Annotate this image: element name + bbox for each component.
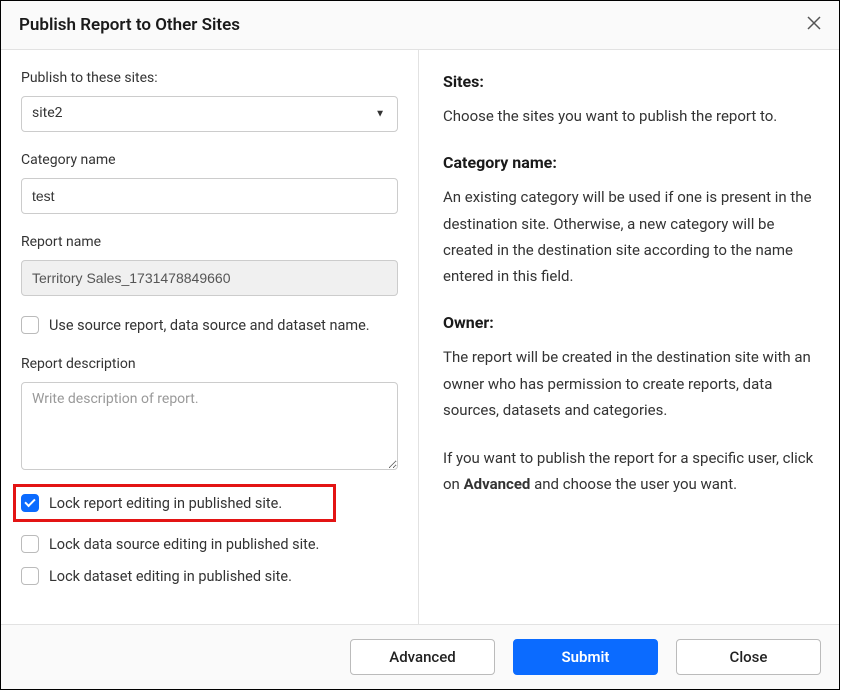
report-name-input[interactable] [21, 260, 398, 296]
highlight-box: Lock report editing in published site. [13, 484, 336, 522]
lock-report-label: Lock report editing in published site. [49, 495, 282, 512]
lock-dataset-label: Lock dataset editing in published site. [49, 568, 292, 585]
dialog-header: Publish Report to Other Sites [1, 1, 839, 50]
advanced-button[interactable]: Advanced [350, 639, 495, 675]
dialog-footer: Advanced Submit Close [1, 624, 839, 689]
chevron-down-icon: ▼ [375, 109, 385, 120]
description-label: Report description [21, 356, 398, 372]
description-textarea[interactable] [21, 382, 398, 470]
info-owner-text: The report will be created in the destin… [443, 344, 817, 423]
lock-dataset-checkbox-row: Lock dataset editing in published site. [21, 567, 398, 585]
info-sites-text: Choose the sites you want to publish the… [443, 103, 817, 129]
lock-dataset-checkbox[interactable] [21, 567, 39, 585]
close-button[interactable]: Close [676, 639, 821, 675]
sites-selected-value: site2 [32, 105, 63, 121]
lock-report-checkbox[interactable] [21, 494, 39, 512]
info-owner-text2: If you want to publish the report for a … [443, 445, 817, 498]
close-icon[interactable] [807, 16, 821, 34]
publish-dialog: Publish Report to Other Sites Publish to… [0, 0, 840, 690]
info-sites-heading: Sites: [443, 72, 817, 91]
lock-datasource-checkbox-row: Lock data source editing in published si… [21, 535, 398, 553]
report-name-label: Report name [21, 234, 398, 250]
category-input[interactable] [21, 178, 398, 214]
info-category-text: An existing category will be used if one… [443, 184, 817, 289]
dialog-title: Publish Report to Other Sites [19, 15, 240, 35]
lock-datasource-checkbox[interactable] [21, 535, 39, 553]
info-owner-heading: Owner: [443, 313, 817, 332]
dialog-content: Publish to these sites: site2 ▼ Category… [1, 50, 839, 624]
use-source-label: Use source report, data source and datas… [49, 317, 370, 334]
use-source-checkbox-row: Use source report, data source and datas… [21, 316, 398, 334]
sites-select[interactable]: site2 ▼ [21, 96, 398, 132]
lock-datasource-label: Lock data source editing in published si… [49, 536, 319, 553]
use-source-checkbox[interactable] [21, 316, 39, 334]
form-panel: Publish to these sites: site2 ▼ Category… [1, 50, 419, 624]
info-category-heading: Category name: [443, 153, 817, 172]
category-label: Category name [21, 152, 398, 168]
sites-label: Publish to these sites: [21, 70, 398, 86]
submit-button[interactable]: Submit [513, 639, 658, 675]
lock-report-checkbox-row: Lock report editing in published site. [21, 494, 328, 512]
info-panel: Sites: Choose the sites you want to publ… [419, 50, 839, 624]
